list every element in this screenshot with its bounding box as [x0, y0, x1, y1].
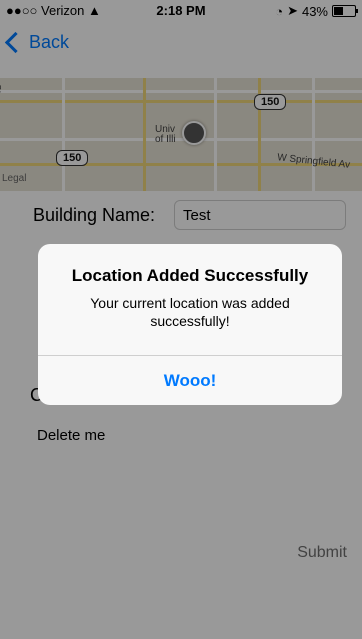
success-alert: Location Added Successfully Your current…: [38, 244, 342, 405]
alert-confirm-button[interactable]: Wooo!: [38, 356, 342, 405]
alert-title: Location Added Successfully: [71, 266, 309, 285]
app-screen: ●●○○ Verizon ▲ 2:18 PM ◔ ➤ 43% Back 150 …: [0, 0, 362, 639]
alert-message: Your current location was added successf…: [90, 295, 290, 330]
